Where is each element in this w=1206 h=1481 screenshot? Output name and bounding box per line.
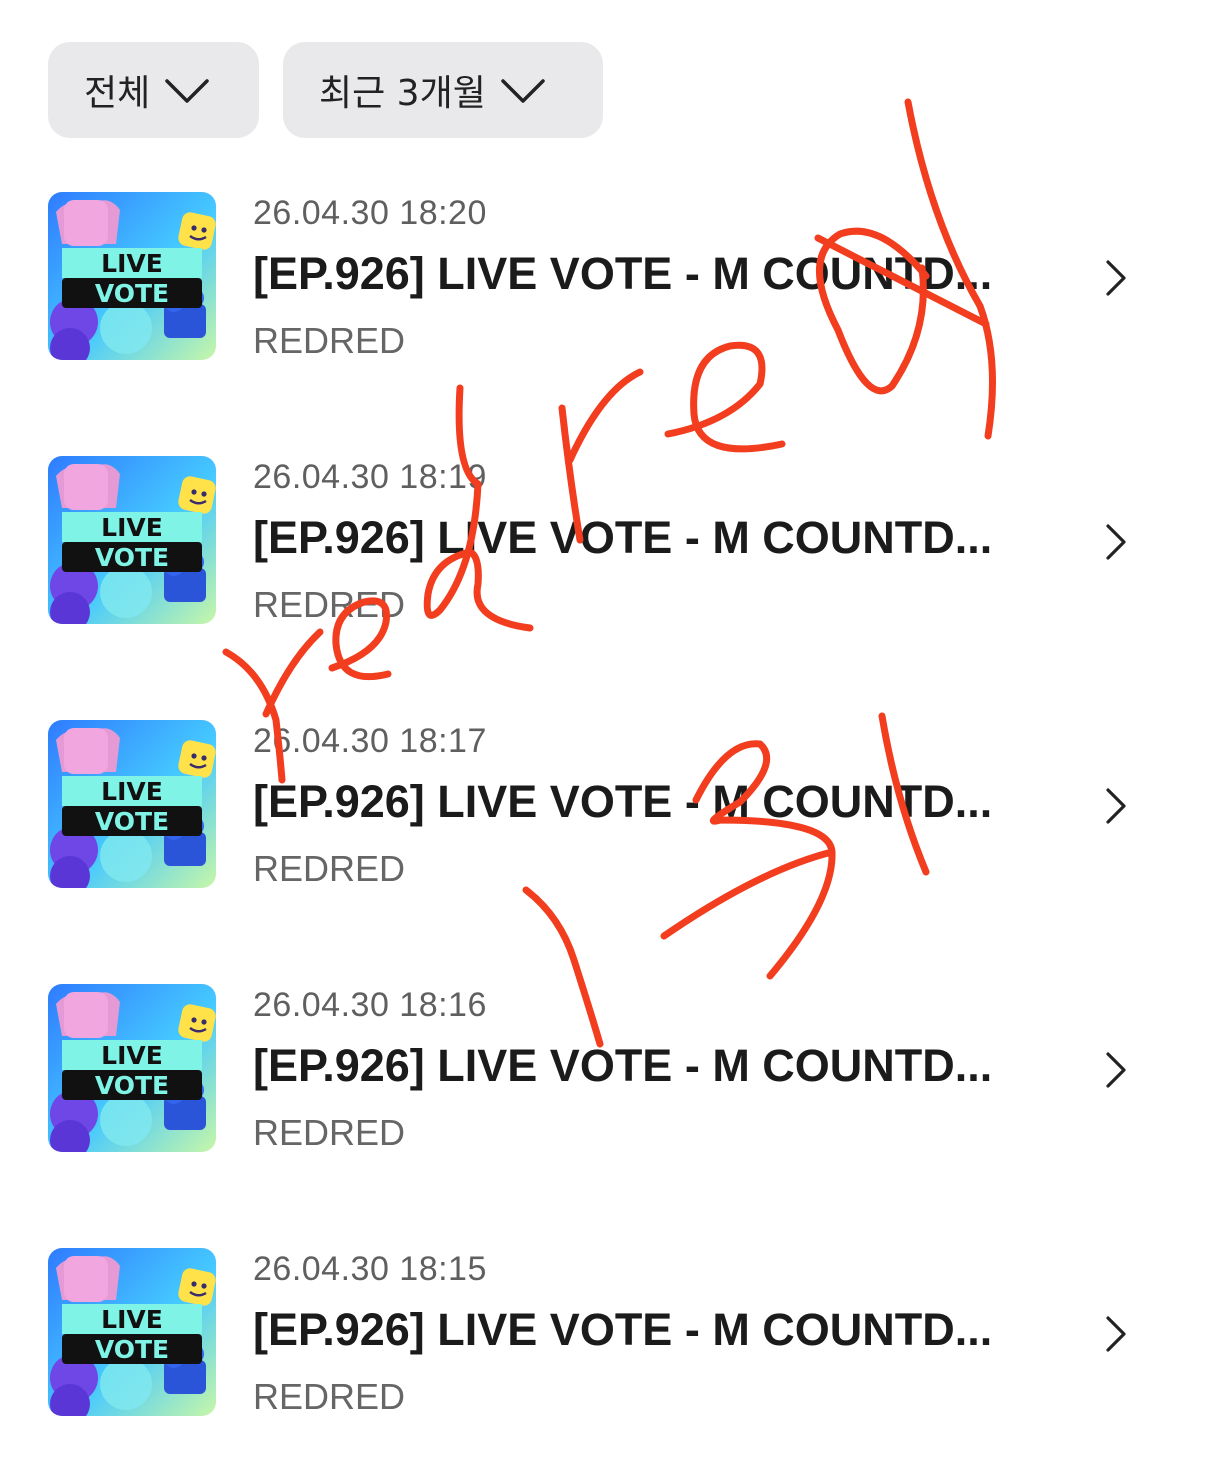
chevron-right-icon bbox=[1106, 788, 1126, 824]
thumbnail-live-text: LIVE bbox=[101, 1305, 163, 1334]
item-date: 26.04.30 18:15 bbox=[253, 1250, 487, 1288]
item-artist: REDRED bbox=[253, 320, 406, 361]
thumbnail-vote-text: VOTE bbox=[95, 279, 169, 308]
item-date: 26.04.30 18:19 bbox=[253, 458, 487, 496]
thumbnail-vote-text: VOTE bbox=[95, 807, 169, 836]
filter-period-label: 최근 3개월 bbox=[319, 73, 486, 114]
live-vote-thumbnail: LIVE VOTE bbox=[48, 1248, 216, 1416]
filter-bar: 전체 최근 3개월 bbox=[48, 42, 603, 138]
chevron-down-icon bbox=[501, 79, 545, 103]
item-artist: REDRED bbox=[253, 848, 406, 889]
chevron-down-icon bbox=[165, 79, 209, 103]
chevron-right-icon bbox=[1106, 1052, 1126, 1088]
thumbnail-live-text: LIVE bbox=[101, 249, 163, 278]
live-vote-thumbnail: LIVE VOTE bbox=[48, 984, 216, 1152]
chevron-right-icon bbox=[1106, 524, 1126, 560]
list-item-2[interactable]: LIVE VOTE 26.04.30 18:19 [EP.926] LIVE V… bbox=[0, 456, 1206, 656]
item-date: 26.04.30 18:17 bbox=[253, 722, 487, 760]
filter-period-dropdown[interactable]: 최근 3개월 bbox=[283, 42, 603, 138]
chevron-right-icon bbox=[1106, 260, 1126, 296]
list-item-1[interactable]: LIVE VOTE 26.04.30 18:20 [EP.926] LIVE V… bbox=[0, 192, 1206, 392]
thumbnail-vote-text: VOTE bbox=[95, 543, 169, 572]
item-title: [EP.926] LIVE VOTE - M COUNTD... bbox=[253, 1040, 993, 1091]
thumbnail-live-text: LIVE bbox=[101, 1041, 163, 1070]
item-artist: REDRED bbox=[253, 1112, 406, 1153]
item-title: [EP.926] LIVE VOTE - M COUNTD... bbox=[253, 248, 993, 299]
list-item-4[interactable]: LIVE VOTE 26.04.30 18:16 [EP.926] LIVE V… bbox=[0, 984, 1206, 1184]
list-item-3[interactable]: LIVE VOTE 26.04.30 18:17 [EP.926] LIVE V… bbox=[0, 720, 1206, 920]
thumbnail-vote-text: VOTE bbox=[95, 1071, 169, 1100]
item-artist: REDRED bbox=[253, 1376, 406, 1417]
thumbnail-vote-text: VOTE bbox=[95, 1335, 169, 1364]
list-item-5[interactable]: LIVE VOTE 26.04.30 18:15 [EP.926] LIVE V… bbox=[0, 1248, 1206, 1448]
live-vote-thumbnail: LIVE VOTE bbox=[48, 720, 216, 888]
thumbnail-live-text: LIVE bbox=[101, 777, 163, 806]
item-date: 26.04.30 18:16 bbox=[253, 986, 487, 1024]
item-title: [EP.926] LIVE VOTE - M COUNTD... bbox=[253, 512, 993, 563]
item-date: 26.04.30 18:20 bbox=[253, 194, 487, 232]
live-vote-thumbnail: LIVE VOTE bbox=[48, 456, 216, 624]
item-artist: REDRED bbox=[253, 584, 406, 625]
filter-all-dropdown[interactable]: 전체 bbox=[48, 42, 259, 138]
filter-all-label: 전체 bbox=[84, 73, 151, 114]
item-title: [EP.926] LIVE VOTE - M COUNTD... bbox=[253, 1304, 993, 1355]
chevron-right-icon bbox=[1106, 1316, 1126, 1352]
thumbnail-live-text: LIVE bbox=[101, 513, 163, 542]
item-title: [EP.926] LIVE VOTE - M COUNTD... bbox=[253, 776, 993, 827]
live-vote-thumbnail: LIVE VOTE bbox=[48, 192, 216, 360]
